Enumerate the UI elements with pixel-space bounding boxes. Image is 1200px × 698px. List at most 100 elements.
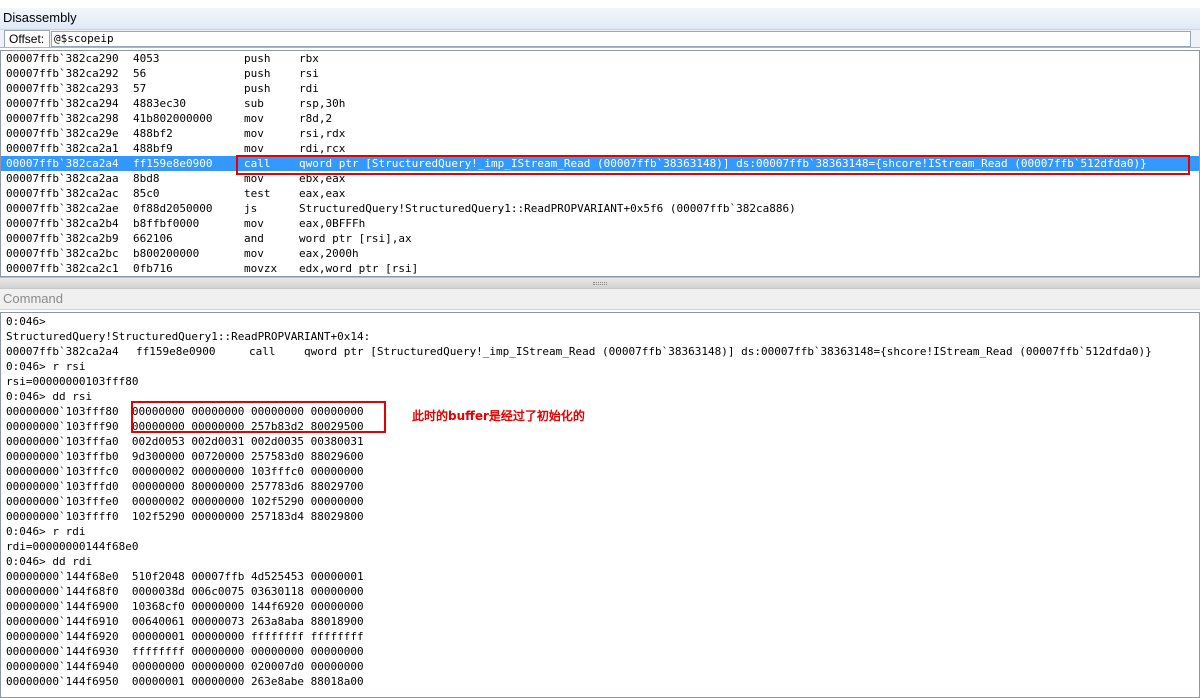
- command-lines: 0:046> StructuredQuery!StructuredQuery1:…: [1, 313, 1199, 689]
- disassembly-bytes: 41b802000000: [133, 112, 213, 125]
- command-line: StructuredQuery!StructuredQuery1::ReadPR…: [6, 330, 371, 343]
- disassembly-row[interactable]: 00007ffb`382ca2bc b800200000 mov eax,2000h: [1, 246, 1199, 261]
- disassembly-address: 00007ffb`382ca294: [6, 97, 119, 110]
- disassembly-address: 00007ffb`382ca2a1: [6, 142, 119, 155]
- command-line: 00000000`103fff90 00000000 00000000 257b…: [6, 420, 364, 433]
- command-line: 00000000`103fffe0 00000002 00000000 102f…: [6, 495, 364, 508]
- disassembly-mnemonic: push: [244, 52, 271, 65]
- disassembly-operands: eax,eax: [299, 187, 346, 200]
- disassembly-operands: qword ptr [StructuredQuery!_imp_IStream_…: [299, 157, 1147, 170]
- command-line: 00000000`144f68e0 510f2048 00007ffb 4d52…: [6, 570, 364, 583]
- disassembly-bytes: b800200000: [133, 247, 200, 260]
- disassembly-row[interactable]: 00007ffb`382ca298 41b802000000 mov r8d,2: [1, 111, 1199, 126]
- call-mnem: call: [249, 345, 276, 358]
- disassembly-operands: eax,0BFFFh: [299, 217, 366, 230]
- disassembly-address: 00007ffb`382ca293: [6, 82, 119, 95]
- disassembly-bytes: 488bf2: [133, 127, 173, 140]
- disassembly-address: 00007ffb`382ca2a4: [6, 157, 119, 170]
- disassembly-bytes: 4053: [133, 52, 160, 65]
- command-line: 0:046> r rdi: [6, 525, 86, 538]
- command-body: 0:046> r rsi rsi=00000000103fff80 0:046> d…: [1, 359, 1199, 689]
- disassembly-row-selected[interactable]: 00007ffb`382ca2a4 ff159e8e0900 call qword p…: [1, 156, 1199, 171]
- disassembly-mnemonic: mov: [244, 247, 264, 260]
- disassembly-operands: rdi: [299, 82, 319, 95]
- disassembly-operands: rsp,30h: [299, 97, 346, 110]
- disassembly-mnemonic: mov: [244, 127, 264, 140]
- disassembly-address: 00007ffb`382ca29e: [6, 127, 119, 140]
- disassembly-row[interactable]: 00007ffb`382ca2ae 0f88d2050000 js Structure…: [1, 201, 1199, 216]
- disassembly-row[interactable]: 00007ffb`382ca2b9 662106 and word ptr [rsi]…: [1, 231, 1199, 246]
- disassembly-address: 00007ffb`382ca2ac: [6, 187, 119, 200]
- disassembly-bytes: b8ffbf0000: [133, 217, 200, 230]
- command-line: 00000000`103fffb0 9d300000 00720000 2575…: [6, 450, 364, 463]
- command-line: 00000000`103fffd0 00000000 80000000 2577…: [6, 480, 364, 493]
- disassembly-mnemonic: push: [244, 82, 271, 95]
- disassembly-row[interactable]: 00007ffb`382ca2aa 8bd8 mov ebx,eax: [1, 171, 1199, 186]
- call-bytes: ff159e8e0900: [136, 345, 216, 358]
- offset-bar: Offset: @$scopeip: [0, 30, 1200, 48]
- offset-label: Offset:: [4, 30, 50, 47]
- disassembly-bytes: 0fb716: [133, 262, 173, 275]
- disassembly-mnemonic: and: [244, 232, 264, 245]
- disassembly-bytes: 85c0: [133, 187, 160, 200]
- disassembly-operands: rsi: [299, 67, 319, 80]
- disassembly-address: 00007ffb`382ca290: [6, 52, 119, 65]
- disassembly-operands: r8d,2: [299, 112, 333, 125]
- disassembly-operands: rdi,rcx: [299, 142, 346, 155]
- disassembly-row[interactable]: 00007ffb`382ca2a1 488bf9 mov rdi,rcx: [1, 141, 1199, 156]
- disassembly-address: 00007ffb`382ca298: [6, 112, 119, 125]
- disassembly-address: 00007ffb`382ca292: [6, 67, 119, 80]
- disassembly-mnemonic: push: [244, 67, 271, 80]
- disassembly-mnemonic: mov: [244, 172, 264, 185]
- disassembly-row[interactable]: 00007ffb`382ca2c1 0fb716 movzx edx,word ptr…: [1, 261, 1199, 276]
- command-title: Command: [0, 288, 1200, 310]
- disassembly-bytes: ff159e8e0900: [133, 157, 213, 170]
- command-line: 0:046> dd rdi: [6, 555, 93, 568]
- command-line: 00000000`144f68f0 0000038d 006c0075 0363…: [6, 585, 364, 598]
- command-line: 00000000`144f6950 00000001 00000000 263e…: [6, 675, 364, 688]
- command-line: 00000000`103fffa0 002d0053 002d0031 002d…: [6, 435, 364, 448]
- disassembly-row[interactable]: 00007ffb`382ca292 56 push rsi: [1, 66, 1199, 81]
- disassembly-row[interactable]: 00007ffb`382ca290 4053 push rbx: [1, 51, 1199, 66]
- disassembly-row[interactable]: 00007ffb`382ca293 57 push rdi: [1, 81, 1199, 96]
- disassembly-mnemonic: mov: [244, 112, 264, 125]
- command-line: rdi=00000000144f68e0: [6, 540, 139, 553]
- call-addr: 00007ffb`382ca2a4: [6, 345, 119, 358]
- disassembly-bytes: 0f88d2050000: [133, 202, 213, 215]
- call-ops: qword ptr [StructuredQuery!_imp_IStream_…: [304, 345, 1152, 358]
- disassembly-operands: StructuredQuery!StructuredQuery1::ReadPR…: [299, 202, 796, 215]
- splitter-grip-icon: [593, 282, 607, 285]
- disassembly-title: Disassembly: [0, 8, 1200, 30]
- command-call-line: 00007ffb`382ca2a4 ff159e8e0900 call qword p…: [1, 344, 1199, 359]
- disassembly-address: 00007ffb`382ca2b9: [6, 232, 119, 245]
- disassembly-operands: ebx,eax: [299, 172, 346, 185]
- disassembly-operands: word ptr [rsi],ax: [299, 232, 412, 245]
- disassembly-bytes: 57: [133, 82, 147, 95]
- command-line: rsi=00000000103fff80: [6, 375, 139, 388]
- command-line: 0:046>: [6, 315, 46, 328]
- disassembly-row[interactable]: 00007ffb`382ca2b4 b8ffbf0000 mov eax,0BFFFh: [1, 216, 1199, 231]
- buffer-annotation: 此时的buffer是经过了初始化的: [412, 409, 585, 423]
- command-line: 00000000`144f6920 00000001 00000000 ffff…: [6, 630, 364, 643]
- disassembly-operands: edx,word ptr [rsi]: [299, 262, 419, 275]
- disassembly-bytes: 8bd8: [133, 172, 160, 185]
- panel-splitter[interactable]: [0, 277, 1200, 288]
- disassembly-mnemonic: mov: [244, 142, 264, 155]
- offset-input[interactable]: @$scopeip: [51, 31, 1191, 47]
- disassembly-mnemonic: sub: [244, 97, 264, 110]
- disassembly-address: 00007ffb`382ca2bc: [6, 247, 119, 260]
- disassembly-address: 00007ffb`382ca2c1: [6, 262, 119, 275]
- disassembly-row[interactable]: 00007ffb`382ca294 4883ec30 sub rsp,30h: [1, 96, 1199, 111]
- disassembly-row[interactable]: 00007ffb`382ca29e 488bf2 mov rsi,rdx: [1, 126, 1199, 141]
- command-line: 00000000`144f6910 00640061 00000073 263a…: [6, 615, 364, 628]
- command-line: 00000000`144f6900 10368cf0 00000000 144f…: [6, 600, 364, 613]
- command-line: 00000000`103ffff0 102f5290 00000000 2571…: [6, 510, 364, 523]
- disassembly-view[interactable]: 00007ffb`382ca290 4053 push rbx 00007ffb`382…: [0, 50, 1200, 277]
- disassembly-operands: rbx: [299, 52, 319, 65]
- command-line: 0:046> dd rsi: [6, 390, 93, 403]
- command-line: 00000000`103fff80 00000000 00000000 0000…: [6, 405, 364, 418]
- disassembly-address: 00007ffb`382ca2b4: [6, 217, 119, 230]
- command-output[interactable]: 0:046> StructuredQuery!StructuredQuery1:…: [0, 312, 1200, 698]
- command-line: 0:046> r rsi: [6, 360, 86, 373]
- disassembly-row[interactable]: 00007ffb`382ca2ac 85c0 test eax,eax: [1, 186, 1199, 201]
